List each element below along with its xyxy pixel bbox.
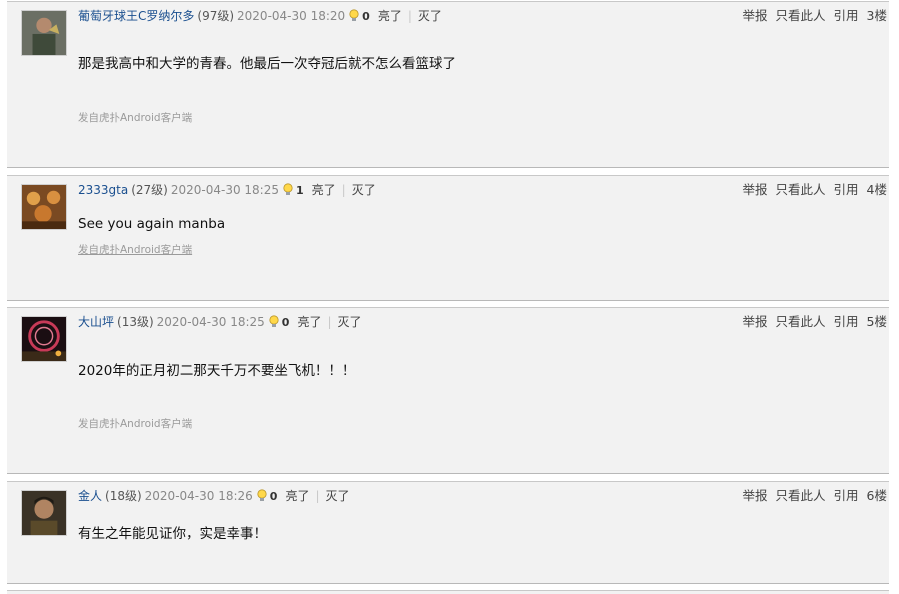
- divider: |: [341, 183, 346, 197]
- post-source[interactable]: 发自虎扑Android客户端: [78, 242, 192, 257]
- username-link[interactable]: 大山坪: [78, 315, 114, 329]
- only-this-user-link[interactable]: 只看此人: [776, 488, 826, 503]
- next-post-edge: [7, 590, 889, 594]
- quote-link[interactable]: 引用: [834, 314, 859, 329]
- lightbulb-icon: [283, 183, 293, 195]
- avatar[interactable]: [21, 490, 67, 536]
- divider: |: [407, 9, 412, 23]
- like-button[interactable]: 亮了: [285, 489, 309, 503]
- avatar[interactable]: [21, 184, 67, 230]
- only-this-user-link[interactable]: 只看此人: [776, 182, 826, 197]
- post-time: 2020-04-30 18:20: [237, 9, 346, 23]
- floor-number[interactable]: 4楼: [867, 182, 887, 197]
- like-button[interactable]: 亮了: [297, 315, 321, 329]
- reply-post: 2333gta (27级) 2020-04-30 18:25 1 亮了 | 灭了 举报 只看此…: [7, 175, 889, 301]
- username-link[interactable]: 金人: [78, 489, 102, 503]
- post-time: 2020-04-30 18:25: [170, 183, 279, 197]
- only-this-user-link[interactable]: 只看此人: [776, 8, 826, 23]
- post-content: 那是我高中和大学的青春。他最后一次夺冠后就不怎么看篮球了: [78, 56, 456, 72]
- avatar[interactable]: [21, 10, 67, 56]
- lightbulb-icon: [269, 315, 279, 327]
- dislike-button[interactable]: 灭了: [326, 489, 350, 503]
- avatar[interactable]: [21, 316, 67, 362]
- post-actions: 举报 只看此人 引用 4楼: [743, 181, 888, 199]
- dislike-button[interactable]: 灭了: [338, 315, 362, 329]
- like-button[interactable]: 亮了: [378, 9, 402, 23]
- floor-number[interactable]: 3楼: [867, 8, 887, 23]
- like-count: 1: [296, 184, 304, 197]
- like-count: 0: [362, 10, 370, 23]
- post-source: 发自虎扑Android客户端: [78, 112, 193, 124]
- dislike-button[interactable]: 灭了: [352, 183, 376, 197]
- divider: |: [327, 315, 332, 329]
- dislike-button[interactable]: 灭了: [418, 9, 442, 23]
- post-header: 金人 (18级) 2020-04-30 18:26 0 亮了 | 灭了 举报 只看此人 引用 6楼: [78, 487, 889, 505]
- report-link[interactable]: 举报: [743, 182, 768, 197]
- lightbulb-icon: [349, 9, 359, 21]
- reply-post: 大山坪 (13级) 2020-04-30 18:25 0 亮了 | 灭了 举报 只看此人 引用 5…: [7, 307, 889, 474]
- reply-post: 金人 (18级) 2020-04-30 18:26 0 亮了 | 灭了 举报 只看此人 引用 6楼…: [7, 481, 889, 584]
- user-level: (13级): [117, 315, 154, 329]
- post-actions: 举报 只看此人 引用 3楼: [743, 7, 888, 25]
- post-header: 葡萄牙球王C罗纳尔多 (97级) 2020-04-30 18:20 0 亮了 | 灭了 举报…: [78, 7, 889, 25]
- user-level: (27级): [131, 183, 168, 197]
- user-level: (97级): [197, 9, 235, 23]
- username-link[interactable]: 葡萄牙球王C罗纳尔多: [78, 9, 194, 23]
- post-time: 2020-04-30 18:25: [156, 315, 265, 329]
- only-this-user-link[interactable]: 只看此人: [776, 314, 826, 329]
- post-time: 2020-04-30 18:26: [144, 489, 253, 503]
- lightbulb-icon: [257, 489, 267, 501]
- post-actions: 举报 只看此人 引用 6楼: [743, 487, 888, 505]
- like-count: 0: [281, 316, 290, 329]
- post-content: See you again manba: [78, 216, 226, 232]
- report-link[interactable]: 举报: [743, 314, 768, 329]
- report-link[interactable]: 举报: [743, 8, 768, 23]
- quote-link[interactable]: 引用: [834, 182, 859, 197]
- user-level: (18级): [105, 489, 142, 503]
- reply-post: 葡萄牙球王C罗纳尔多 (97级) 2020-04-30 18:20 0 亮了 | 灭了 举报…: [7, 1, 889, 168]
- divider: |: [315, 489, 320, 503]
- post-content: 2020年的正月初二那天千万不要坐飞机！！！: [78, 363, 356, 379]
- post-content: 有生之年能见证你，实是幸事！: [78, 526, 267, 542]
- like-button[interactable]: 亮了: [312, 183, 336, 197]
- username-link[interactable]: 2333gta: [78, 183, 128, 197]
- post-header: 大山坪 (13级) 2020-04-30 18:25 0 亮了 | 灭了 举报 只看此人 引用 5…: [78, 313, 889, 331]
- floor-number[interactable]: 6楼: [867, 488, 887, 503]
- post-header: 2333gta (27级) 2020-04-30 18:25 1 亮了 | 灭了 举报 只看此…: [78, 181, 889, 199]
- quote-link[interactable]: 引用: [834, 8, 859, 23]
- like-count: 0: [269, 490, 278, 503]
- floor-number[interactable]: 5楼: [867, 314, 887, 329]
- quote-link[interactable]: 引用: [834, 488, 859, 503]
- post-source: 发自虎扑Android客户端: [78, 418, 193, 430]
- post-actions: 举报 只看此人 引用 5楼: [743, 313, 888, 331]
- report-link[interactable]: 举报: [743, 488, 768, 503]
